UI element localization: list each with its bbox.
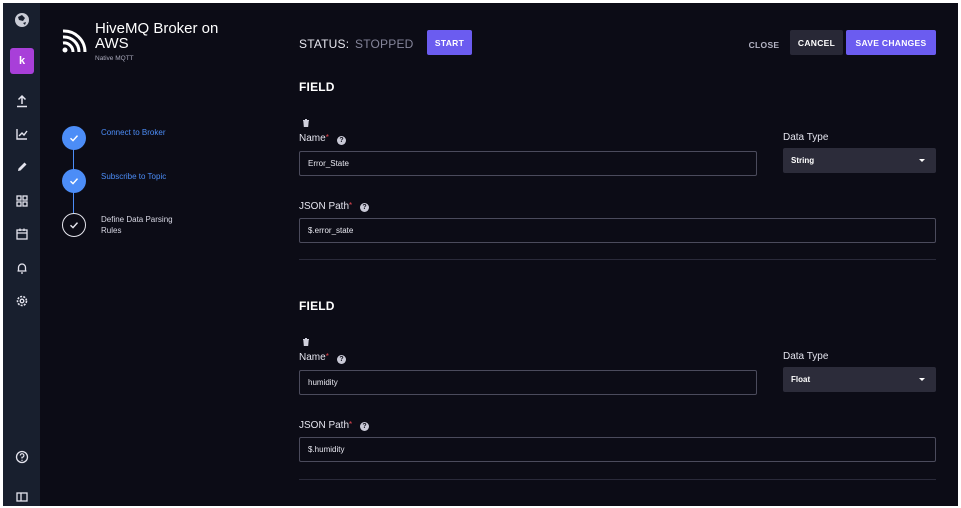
broadcast-signal-icon [62, 29, 87, 53]
avatar[interactable]: k [10, 48, 34, 74]
json-path-label: JSON Path* [299, 420, 353, 431]
data-type-value: Float [791, 375, 811, 384]
data-type-label: Data Type [783, 351, 829, 362]
cancel-button[interactable]: CANCEL [790, 30, 843, 55]
start-button[interactable]: START [427, 30, 472, 55]
required-marker: * [349, 420, 353, 429]
step-2-indicator [62, 169, 86, 193]
required-marker: * [349, 201, 353, 210]
help-icon[interactable]: ? [360, 422, 369, 431]
help-icon[interactable] [3, 443, 40, 471]
calendar-icon[interactable] [3, 220, 40, 248]
section-divider [299, 479, 936, 480]
trash-icon[interactable] [302, 119, 310, 127]
required-marker: * [325, 133, 329, 142]
check-icon [70, 178, 79, 185]
json-path-input[interactable]: $.humidity [299, 437, 936, 462]
json-path-input[interactable]: $.error_state [299, 218, 936, 243]
app-window: k HiveMQ Broker on AWS Native MQTT Conne… [3, 3, 958, 506]
section-divider [299, 259, 936, 260]
data-type-value: String [791, 156, 815, 165]
check-icon [70, 222, 79, 229]
check-icon [70, 135, 79, 142]
field-heading: FIELD [299, 80, 335, 94]
help-icon[interactable]: ? [337, 355, 346, 364]
step-3-label[interactable]: Define Data Parsing Rules [101, 215, 181, 236]
json-path-label: JSON Path* [299, 201, 353, 212]
name-input[interactable]: Error_State [299, 151, 757, 176]
chevron-down-icon [919, 159, 925, 162]
chart-icon[interactable] [3, 120, 40, 148]
bell-icon[interactable] [3, 254, 40, 282]
settings-icon[interactable] [3, 287, 40, 315]
data-type-label: Data Type [783, 132, 829, 143]
integration-title: HiveMQ Broker on AWS [95, 20, 219, 52]
globe-icon[interactable] [3, 6, 40, 34]
field-heading: FIELD [299, 299, 335, 313]
data-type-select[interactable]: Float [783, 367, 936, 392]
icon-rail: k [3, 3, 40, 506]
upload-icon[interactable] [3, 87, 40, 115]
close-button[interactable]: CLOSE [745, 32, 783, 57]
step-1-indicator [62, 126, 86, 150]
dashboard-icon[interactable] [3, 187, 40, 215]
name-input[interactable]: humidity [299, 370, 757, 395]
save-changes-button[interactable]: SAVE CHANGES [846, 30, 936, 55]
help-icon[interactable]: ? [337, 136, 346, 145]
step-2-label[interactable]: Subscribe to Topic [101, 172, 181, 183]
status-label: STATUS: [299, 37, 350, 51]
status-value: STOPPED [355, 37, 414, 51]
integration-subtitle: Native MQTT [95, 55, 134, 62]
name-label: Name* [299, 133, 329, 144]
sidebar-toggle-icon[interactable] [3, 483, 40, 506]
step-3-indicator [62, 213, 86, 237]
pencil-icon[interactable] [3, 153, 40, 181]
data-type-select[interactable]: String [783, 148, 936, 173]
integration-panel: HiveMQ Broker on AWS Native MQTT Connect… [40, 3, 275, 506]
name-label: Name* [299, 352, 329, 363]
trash-icon[interactable] [302, 338, 310, 346]
required-marker: * [325, 352, 329, 361]
help-icon[interactable]: ? [360, 203, 369, 212]
chevron-down-icon [919, 378, 925, 381]
step-1-label[interactable]: Connect to Broker [101, 128, 181, 139]
